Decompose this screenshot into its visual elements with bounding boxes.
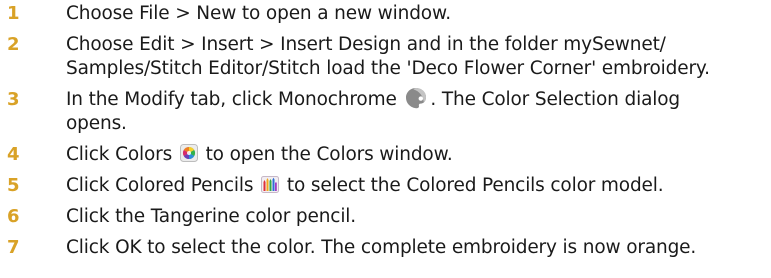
step-text-line: Samples/Stitch Editor/Stitch load the 'D… (66, 58, 710, 79)
step-number: 7 (7, 237, 20, 258)
step-number: 1 (7, 3, 20, 24)
step-text-line: In the Modify tab, click Monochrome (66, 89, 403, 110)
step-5: 5 Click Colored Pencils to select the Co… (0, 174, 771, 198)
step-number: 4 (7, 144, 20, 165)
step-text-line: to select the Colored Pencils color mode… (281, 175, 664, 196)
step-text-line: Click OK to select the color. The comple… (66, 237, 697, 258)
step-text-line: Click Colored Pencils (66, 175, 260, 196)
step-text: Click OK to select the color. The comple… (66, 236, 766, 260)
colored-pencils-icon (261, 175, 280, 193)
step-text: Choose File > New to open a new window. (66, 2, 766, 26)
step-text-line: . The Color Selection dialog (430, 89, 681, 110)
instruction-steps: 1 Choose File > New to open a new window… (0, 2, 771, 267)
step-text-line: opens. (66, 113, 127, 134)
step-text: Click Colored Pencils to select the Colo… (66, 174, 766, 198)
step-4: 4 Click Colors to open the Colors window… (0, 143, 771, 167)
step-2: 2 Choose Edit > Insert > Insert Design a… (0, 33, 771, 81)
step-number: 3 (7, 89, 20, 110)
colors-icon (179, 144, 198, 162)
step-text: Click Colors to open the Colors window. (66, 143, 766, 167)
step-text-line: to open the Colors window. (199, 144, 453, 165)
step-text-line: Choose File > New to open a new window. (66, 3, 451, 24)
step-1: 1 Choose File > New to open a new window… (0, 2, 771, 26)
step-number: 5 (7, 175, 20, 196)
step-text-line: Click the Tangerine color pencil. (66, 206, 357, 227)
step-text: Click the Tangerine color pencil. (66, 205, 766, 229)
step-7: 7 Click OK to select the color. The comp… (0, 236, 771, 260)
step-text-line: Click Colors (66, 144, 178, 165)
step-number: 6 (7, 206, 20, 227)
step-text: Choose Edit > Insert > Insert Design and… (66, 33, 766, 81)
monochrome-icon (406, 88, 427, 109)
step-6: 6 Click the Tangerine color pencil. (0, 205, 771, 229)
step-number: 2 (7, 34, 20, 55)
step-text: In the Modify tab, click Monochrome . Th… (66, 88, 766, 136)
step-text-line: Choose Edit > Insert > Insert Design and… (66, 34, 666, 55)
step-3: 3 In the Modify tab, click Monochrome . … (0, 88, 771, 136)
